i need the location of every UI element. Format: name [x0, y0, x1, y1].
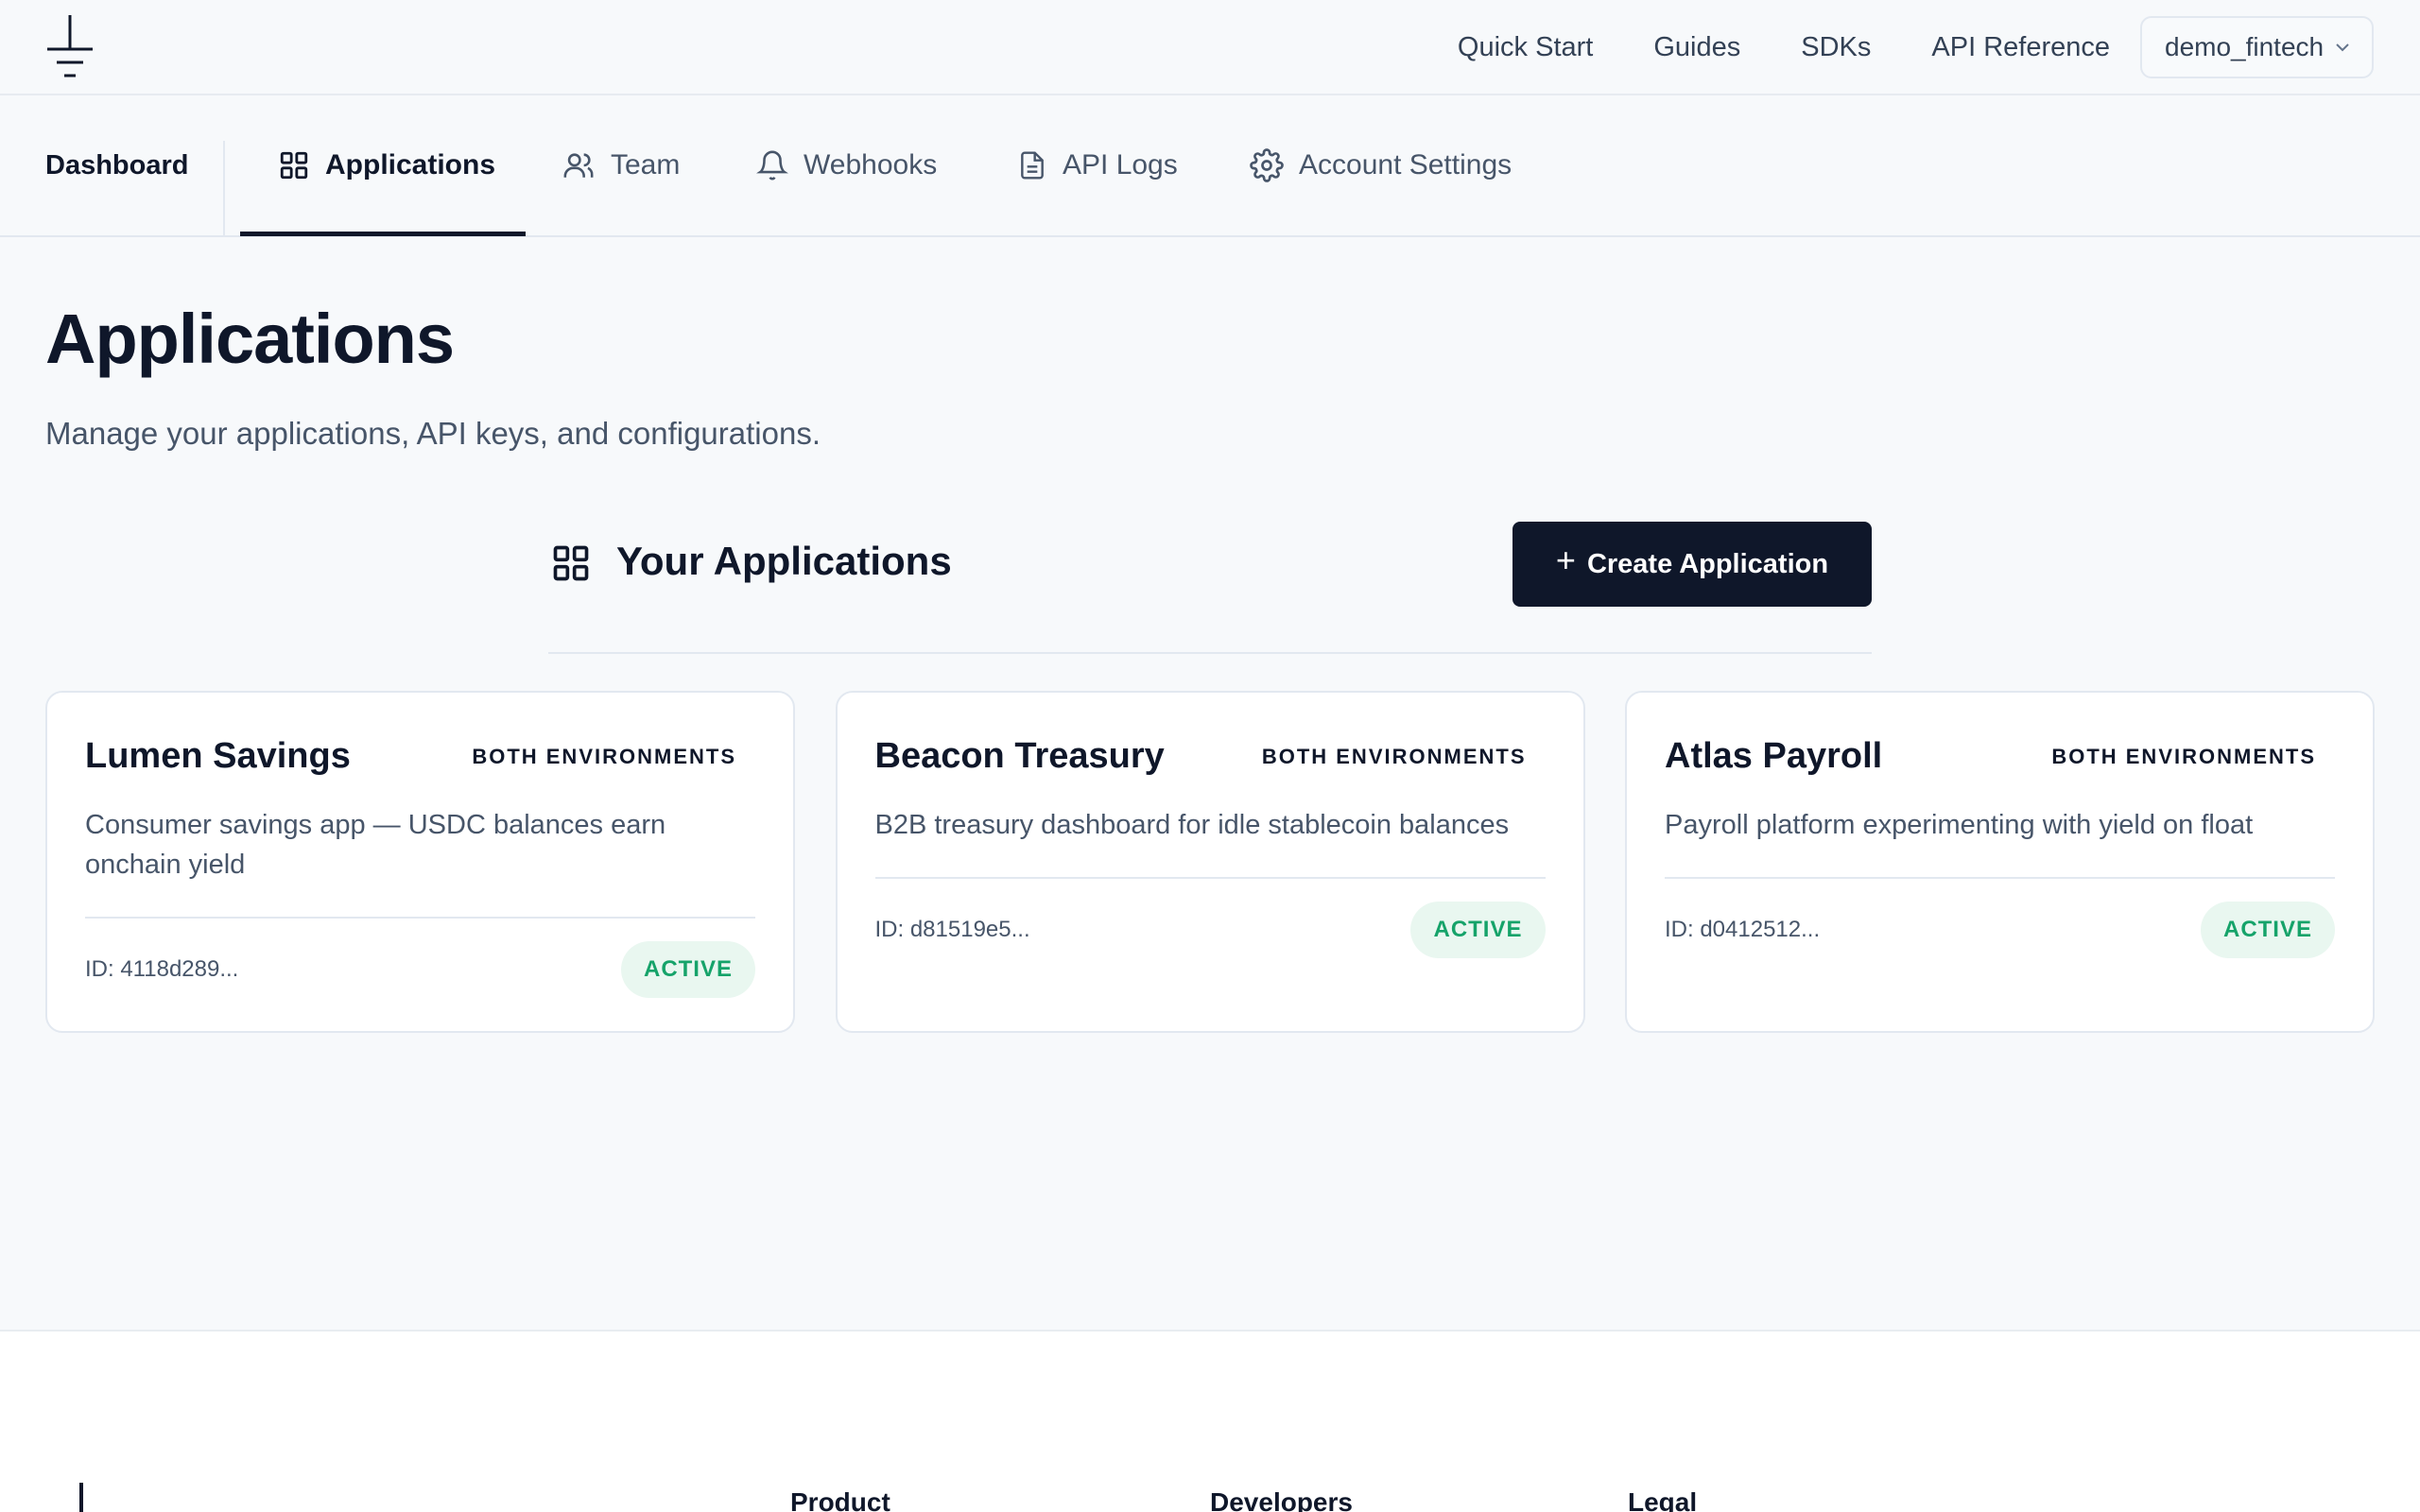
top-nav: Quick Start Guides SDKs API Reference: [1458, 0, 2110, 94]
bell-icon: [756, 150, 788, 180]
footer-heading-developers: Developers: [1210, 1487, 1353, 1512]
tab-webhooks-label: Webhooks: [804, 149, 938, 180]
footer-heading-legal: Legal: [1628, 1487, 1698, 1512]
page-subtitle: Manage your applications, API keys, and …: [45, 416, 821, 451]
card-divider: [85, 917, 755, 919]
application-id: ID: 4118d289...: [85, 956, 239, 982]
tab-team-label: Team: [611, 149, 681, 180]
card-divider: [1665, 877, 2335, 879]
status-badge: ACTIVE: [620, 941, 755, 998]
gear-icon: [1250, 148, 1284, 182]
environment-label: BOTH ENVIRONMENTS: [2051, 744, 2316, 768]
footer: Product Developers Legal: [0, 1332, 2420, 1512]
application-id: ID: d0412512...: [1665, 917, 1821, 942]
nav-guides[interactable]: Guides: [1653, 32, 1740, 63]
ground-logo-icon[interactable]: [45, 15, 95, 79]
status-badge: ACTIVE: [1410, 902, 1546, 958]
application-name: Beacon Treasury: [874, 736, 1165, 776]
chevron-down-icon: [2336, 43, 2349, 52]
tab-bar: Dashboard Applications Team Webhooks API…: [0, 95, 2420, 237]
tab-api-logs[interactable]: API Logs: [1017, 95, 1178, 235]
application-card[interactable]: Atlas Payroll BOTH ENVIRONMENTS Payroll …: [1625, 691, 2375, 1033]
application-card[interactable]: Beacon Treasury BOTH ENVIRONMENTS B2B tr…: [835, 691, 1585, 1033]
application-name: Atlas Payroll: [1665, 736, 1883, 776]
tab-applications-label: Applications: [325, 149, 496, 180]
tab-account-settings-label: Account Settings: [1299, 149, 1512, 180]
tab-api-logs-label: API Logs: [1063, 149, 1178, 180]
tab-divider: [223, 141, 225, 235]
status-badge: ACTIVE: [2200, 902, 2335, 958]
active-tab-indicator: [240, 232, 526, 236]
org-selector-label: demo_fintech: [2165, 32, 2325, 61]
application-cards: Lumen Savings BOTH ENVIRONMENTS Consumer…: [45, 691, 2375, 1033]
nav-quick-start[interactable]: Quick Start: [1458, 32, 1593, 63]
grid-icon: [280, 151, 308, 180]
environment-label: BOTH ENVIRONMENTS: [1261, 744, 1527, 768]
application-description: Consumer savings app — USDC balances ear…: [85, 810, 666, 880]
tab-team[interactable]: Team: [562, 95, 680, 235]
tab-applications[interactable]: Applications: [278, 95, 495, 235]
file-icon: [1021, 151, 1044, 180]
application-description: B2B treasury dashboard for idle stableco…: [874, 810, 1510, 840]
application-card[interactable]: Lumen Savings BOTH ENVIRONMENTS Consumer…: [45, 691, 795, 1033]
page-title: Applications: [45, 300, 455, 378]
org-selector[interactable]: demo_fintech: [2140, 16, 2374, 78]
plus-icon: +: [1555, 541, 1576, 579]
section-title: Your Applications: [616, 539, 952, 583]
tab-dashboard[interactable]: Dashboard: [45, 95, 188, 235]
card-divider: [874, 877, 1546, 879]
footer-logo-icon: [79, 1483, 83, 1512]
tab-webhooks[interactable]: Webhooks: [756, 95, 937, 235]
top-bar: Quick Start Guides SDKs API Reference de…: [0, 0, 2420, 95]
application-description: Payroll platform experimenting with yiel…: [1665, 810, 2254, 840]
tab-account-settings[interactable]: Account Settings: [1250, 95, 1512, 235]
users-icon: [563, 153, 594, 178]
application-id: ID: d81519e5...: [874, 917, 1030, 942]
environment-label: BOTH ENVIRONMENTS: [472, 744, 736, 768]
applications-section-header: Your Applications + Create Application: [548, 522, 1872, 654]
footer-heading-product: Product: [790, 1487, 890, 1512]
grid-icon: [553, 545, 589, 581]
create-application-label: Create Application: [1586, 548, 1829, 579]
application-name: Lumen Savings: [85, 736, 351, 776]
create-application-button[interactable]: + Create Application: [1512, 522, 1872, 607]
nav-sdks[interactable]: SDKs: [1801, 32, 1871, 63]
nav-api-reference[interactable]: API Reference: [1931, 32, 2110, 63]
